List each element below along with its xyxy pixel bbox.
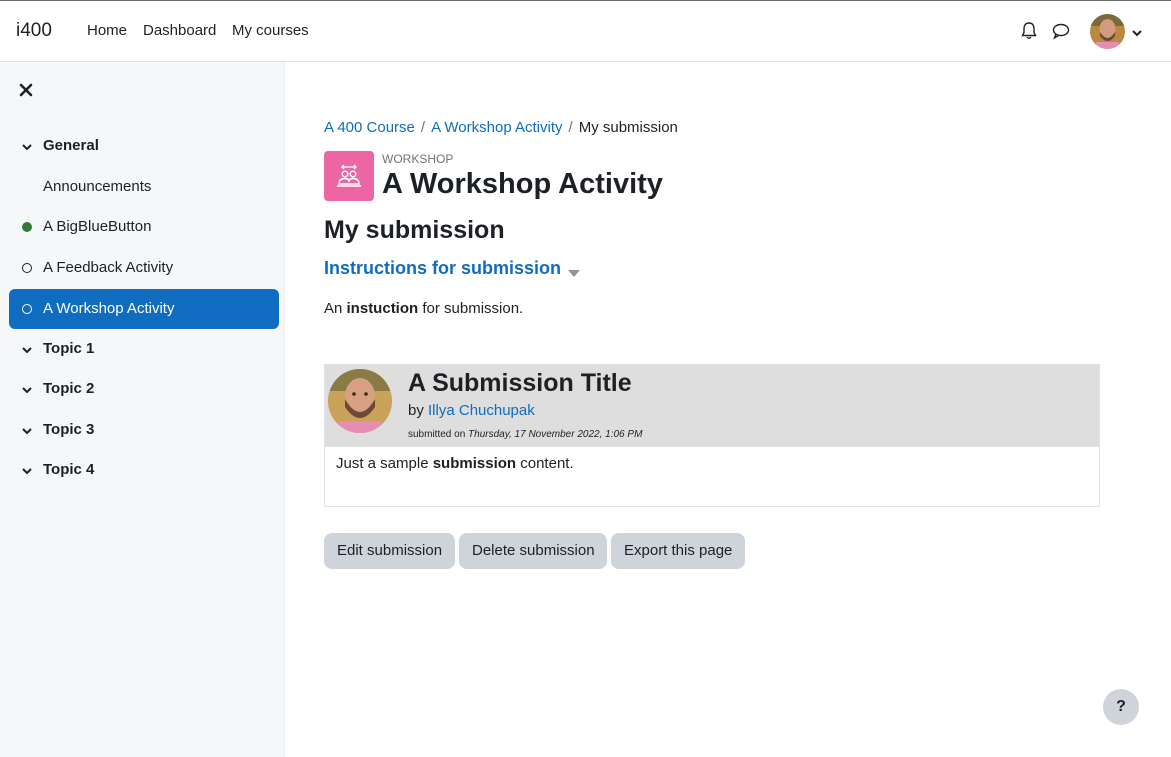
top-navbar: i400 Home Dashboard My courses: [0, 0, 1171, 62]
breadcrumb-activity-link[interactable]: A Workshop Activity: [431, 119, 562, 136]
submission-title: A Submission Title: [408, 369, 632, 397]
completion-incomplete-icon: [21, 262, 33, 274]
author-avatar: [328, 369, 392, 433]
messages-icon[interactable]: [1051, 21, 1071, 41]
nav-dashboard-link[interactable]: Dashboard: [143, 22, 216, 39]
breadcrumb-current: My submission: [578, 119, 678, 136]
help-button[interactable]: ?: [1103, 689, 1139, 725]
user-avatar[interactable]: [1090, 14, 1125, 49]
workshop-icon: [324, 151, 374, 201]
section-label: Topic 4: [43, 461, 95, 478]
breadcrumb-separator: /: [420, 119, 426, 136]
submission-card: A Submission Title by Illya Chuchupak su…: [324, 364, 1100, 507]
nav-my-courses-link[interactable]: My courses: [232, 22, 309, 39]
section-topic-1[interactable]: Topic 1: [9, 329, 279, 369]
chevron-down-icon[interactable]: [21, 343, 33, 355]
section-heading: My submission: [324, 216, 505, 244]
section-topic-2[interactable]: Topic 2: [9, 369, 279, 409]
section-topic-4[interactable]: Topic 4: [9, 450, 279, 490]
page-title: A Workshop Activity: [382, 168, 663, 200]
nav-home-link[interactable]: Home: [87, 22, 127, 39]
close-icon[interactable]: [18, 82, 34, 98]
submission-date: submitted on Thursday, 17 November 2022,…: [408, 429, 643, 440]
section-label: Topic 2: [43, 380, 95, 397]
bell-icon[interactable]: [1019, 21, 1039, 41]
activity-announcements[interactable]: Announcements: [9, 167, 279, 207]
submission-author: by Illya Chuchupak: [408, 402, 535, 419]
section-label: Topic 1: [43, 340, 95, 357]
section-label: General: [43, 137, 99, 154]
activity-workshop[interactable]: A Workshop Activity: [9, 289, 279, 329]
delete-submission-button[interactable]: Delete submission: [459, 533, 607, 569]
chevron-down-icon[interactable]: [21, 140, 33, 152]
submission-header: A Submission Title by Illya Chuchupak su…: [325, 365, 1099, 447]
course-index-drawer: General Announcements A BigBlueButton A …: [0, 62, 285, 757]
activity-label: Announcements: [43, 178, 152, 195]
section-label: Topic 3: [43, 421, 95, 438]
section-general[interactable]: General: [9, 126, 279, 166]
activity-label: A BigBlueButton: [43, 218, 152, 235]
instructions-toggle[interactable]: Instructions for submission: [324, 258, 561, 279]
activity-label: A Feedback Activity: [43, 259, 174, 276]
activity-bigbluebutton[interactable]: A BigBlueButton: [9, 207, 279, 247]
completion-incomplete-icon: [21, 303, 33, 315]
chevron-down-icon[interactable]: [21, 383, 33, 395]
activity-feedback[interactable]: A Feedback Activity: [9, 248, 279, 288]
edit-submission-button[interactable]: Edit submission: [324, 533, 455, 569]
activity-label: A Workshop Activity: [43, 300, 175, 317]
author-link[interactable]: Illya Chuchupak: [428, 402, 535, 419]
site-brand[interactable]: i400: [16, 20, 52, 42]
breadcrumb-course-link[interactable]: A 400 Course: [324, 119, 415, 136]
chevron-down-icon[interactable]: [1131, 26, 1143, 38]
submission-content: Just a sample submission content.: [336, 455, 574, 472]
export-page-button[interactable]: Export this page: [611, 533, 745, 569]
caret-down-icon[interactable]: [568, 265, 580, 277]
module-type-label: WORKSHOP: [382, 152, 454, 166]
chevron-down-icon[interactable]: [21, 424, 33, 436]
completion-complete-icon: [21, 221, 33, 233]
chevron-down-icon[interactable]: [21, 464, 33, 476]
breadcrumb-separator: /: [568, 119, 573, 136]
instructions-text: An instuction for submission.: [324, 300, 524, 317]
section-topic-3[interactable]: Topic 3: [9, 410, 279, 450]
breadcrumb: A 400 Course / A Workshop Activity / My subm…: [324, 119, 678, 136]
